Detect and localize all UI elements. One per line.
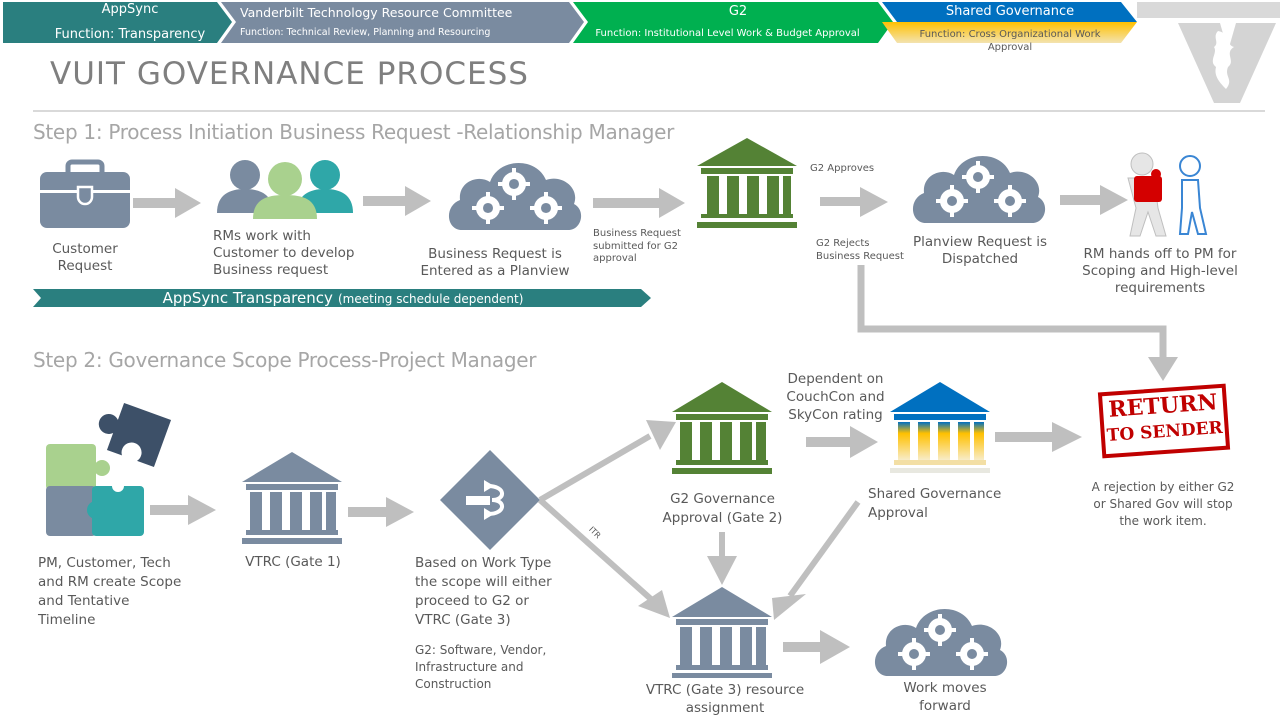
- cloud-gears-icon: [874, 608, 1008, 676]
- pm-create-label: PM, Customer, Tech and RM create Scope a…: [38, 555, 182, 628]
- cloud-gears-icon: [912, 155, 1046, 223]
- arrow-to-g2: [538, 433, 652, 503]
- vtrc-gate3-building-icon: [672, 587, 772, 678]
- banner-shared-function: Function: Cross Organizational Work Appr…: [919, 29, 1101, 53]
- submitted-for-g2-label: Business Request submitted for G2 approv…: [593, 228, 681, 264]
- handoff-figures-icon: [1127, 152, 1208, 237]
- vtrc-gate1-building-icon: [242, 452, 342, 544]
- arrow-right-icon: [133, 188, 201, 218]
- work-moves-label: Work moves forward: [903, 680, 987, 715]
- shared-gov-building-icon: [890, 382, 990, 473]
- cloud-gears-icon: [448, 162, 582, 230]
- rms-work-label: RMs work with Customer to develop Busine…: [213, 228, 355, 278]
- step1-title: Step 1: Process Initiation Business Requ…: [33, 120, 675, 144]
- banner-vtrc-title: Vanderbilt Technology Resource Committee: [240, 5, 513, 20]
- banner-trailing-bar: [1137, 2, 1280, 18]
- vtrc-gate3-label: VTRC (Gate 3) resource assignment: [645, 682, 805, 717]
- banner-g2-function: Function: Institutional Level Work & Bud…: [595, 28, 860, 39]
- g2-gate2-building-icon: [672, 382, 772, 474]
- return-to-sender-stamp: RETURN TO SENDER: [1097, 383, 1231, 459]
- vtrc-gate1-label: VTRC (Gate 1): [245, 554, 341, 570]
- shared-gov-approval-label: Shared Governance Approval: [868, 486, 1002, 521]
- people-group-icon: [217, 160, 353, 219]
- banner-shared-title: Shared Governance: [945, 4, 1075, 19]
- briefcase-icon: [40, 159, 130, 228]
- work-type-label: Based on Work Type the scope will either…: [415, 555, 552, 628]
- appsync-bar-note: (meeting schedule dependent): [337, 292, 524, 306]
- arrow-itr-to-vtrc3: [538, 497, 654, 603]
- arrow-right-icon: [348, 497, 414, 527]
- g2-gate2-label: G2 Governance Approval (Gate 2): [662, 491, 783, 526]
- page-title: VUIT GOVERNANCE PROCESS: [50, 56, 529, 92]
- dependent-on-label: Dependent on CouchCon and SkyCon rating: [786, 371, 885, 424]
- customer-request-label: Customer Request: [52, 241, 118, 274]
- reject-connector-arrow: [857, 265, 1178, 381]
- planview-dispatched-label: Planview Request is Dispatched: [912, 234, 1047, 267]
- arrow-right-icon: [150, 495, 216, 525]
- g2-rejects-label: G2 Rejects Business Request: [816, 238, 904, 262]
- decision-diamond-icon: [440, 450, 540, 550]
- business-request-entered-label: Business Request is Entered as a Planvie…: [420, 246, 570, 279]
- banner-g2-title: G2: [728, 4, 748, 19]
- rejection-note-label: A rejection by either G2 or Shared Gov w…: [1091, 480, 1235, 528]
- g2-building-icon: [697, 138, 797, 228]
- g2-approves-label: G2 Approves: [810, 163, 875, 174]
- vanderbilt-logo: [1178, 23, 1276, 103]
- banner-vtrc-function: Function: Technical Review, Planning and…: [240, 27, 491, 38]
- step2-title: Step 2: Governance Scope Process-Project…: [33, 348, 537, 372]
- banner-appsync-function: Function: Transparency: [54, 27, 206, 42]
- arrow-right-icon: [363, 186, 431, 216]
- work-type-note-label: G2: Software, Vendor, Infrastructure and…: [415, 643, 547, 691]
- appsync-bar-main: AppSync Transparency: [162, 289, 333, 307]
- itr-label: ITR: [587, 524, 603, 541]
- arrow-right-icon: [820, 187, 888, 217]
- title-divider: [33, 110, 1265, 112]
- banner-appsync-title: AppSync: [101, 2, 159, 17]
- arrow-right-icon: [593, 188, 685, 218]
